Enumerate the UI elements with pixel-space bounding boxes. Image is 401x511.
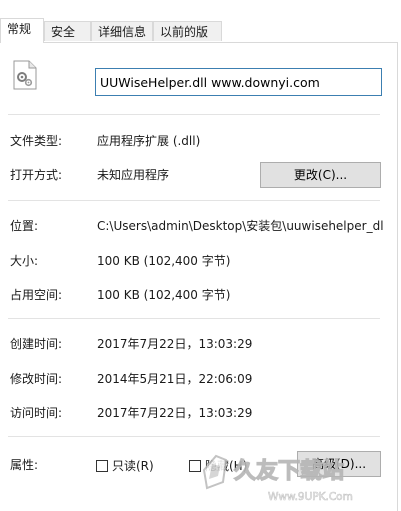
size-label: 大小: [10, 254, 39, 268]
file-type-label: 文件类型: [10, 134, 63, 148]
title-bar-remnant [0, 0, 401, 6]
tab-security[interactable]: 安全 [44, 21, 91, 41]
created-label: 创建时间: [10, 337, 63, 351]
file-name-input[interactable] [95, 68, 382, 96]
size-value: 100 KB (102,400 字节) [97, 254, 231, 268]
open-with-label: 打开方式: [10, 168, 63, 182]
modified-value: 2014年5月21日，22:06:09 [97, 372, 253, 386]
accessed-value: 2017年7月22日，13:03:29 [97, 406, 253, 420]
watermark-url-text: Www.9UPK.Com [268, 491, 353, 503]
attributes-label: 属性: [10, 458, 39, 472]
tab-details[interactable]: 详细信息 [91, 21, 153, 41]
accessed-label: 访问时间: [10, 406, 63, 420]
change-button[interactable]: 更改(C)... [260, 162, 381, 188]
watermark-brand-text: 久友下载站 [234, 458, 344, 484]
created-value: 2017年7月22日，13:03:29 [97, 337, 253, 351]
separator [8, 436, 380, 437]
open-with-value: 未知应用程序 [97, 168, 170, 182]
separator [8, 200, 380, 201]
size-on-disk-label: 占用空间: [10, 288, 63, 302]
location-label: 位置: [10, 219, 39, 233]
location-value: C:\Users\admin\Desktop\安装包\uuwisehelper_… [97, 219, 384, 233]
tab-general[interactable]: 常规 [0, 18, 44, 43]
file-type-value: 应用程序扩展 (.dll) [97, 134, 201, 148]
separator [8, 114, 380, 115]
tab-strip: 常规 安全 详细信息 以前的版本 [0, 18, 401, 59]
dll-file-icon [13, 60, 37, 90]
readonly-checkbox-box[interactable] [96, 459, 108, 472]
readonly-checkbox[interactable]: 只读(R) [96, 457, 154, 474]
site-watermark-logo: 久友下载站 Www.9UPK.Com [202, 454, 353, 503]
modified-label: 修改时间: [10, 372, 63, 386]
separator [8, 318, 380, 319]
readonly-checkbox-label: 只读(R) [112, 459, 154, 473]
tab-previous-versions[interactable]: 以前的版本 [153, 21, 222, 59]
size-on-disk-value: 100 KB (102,400 字节) [97, 288, 231, 302]
